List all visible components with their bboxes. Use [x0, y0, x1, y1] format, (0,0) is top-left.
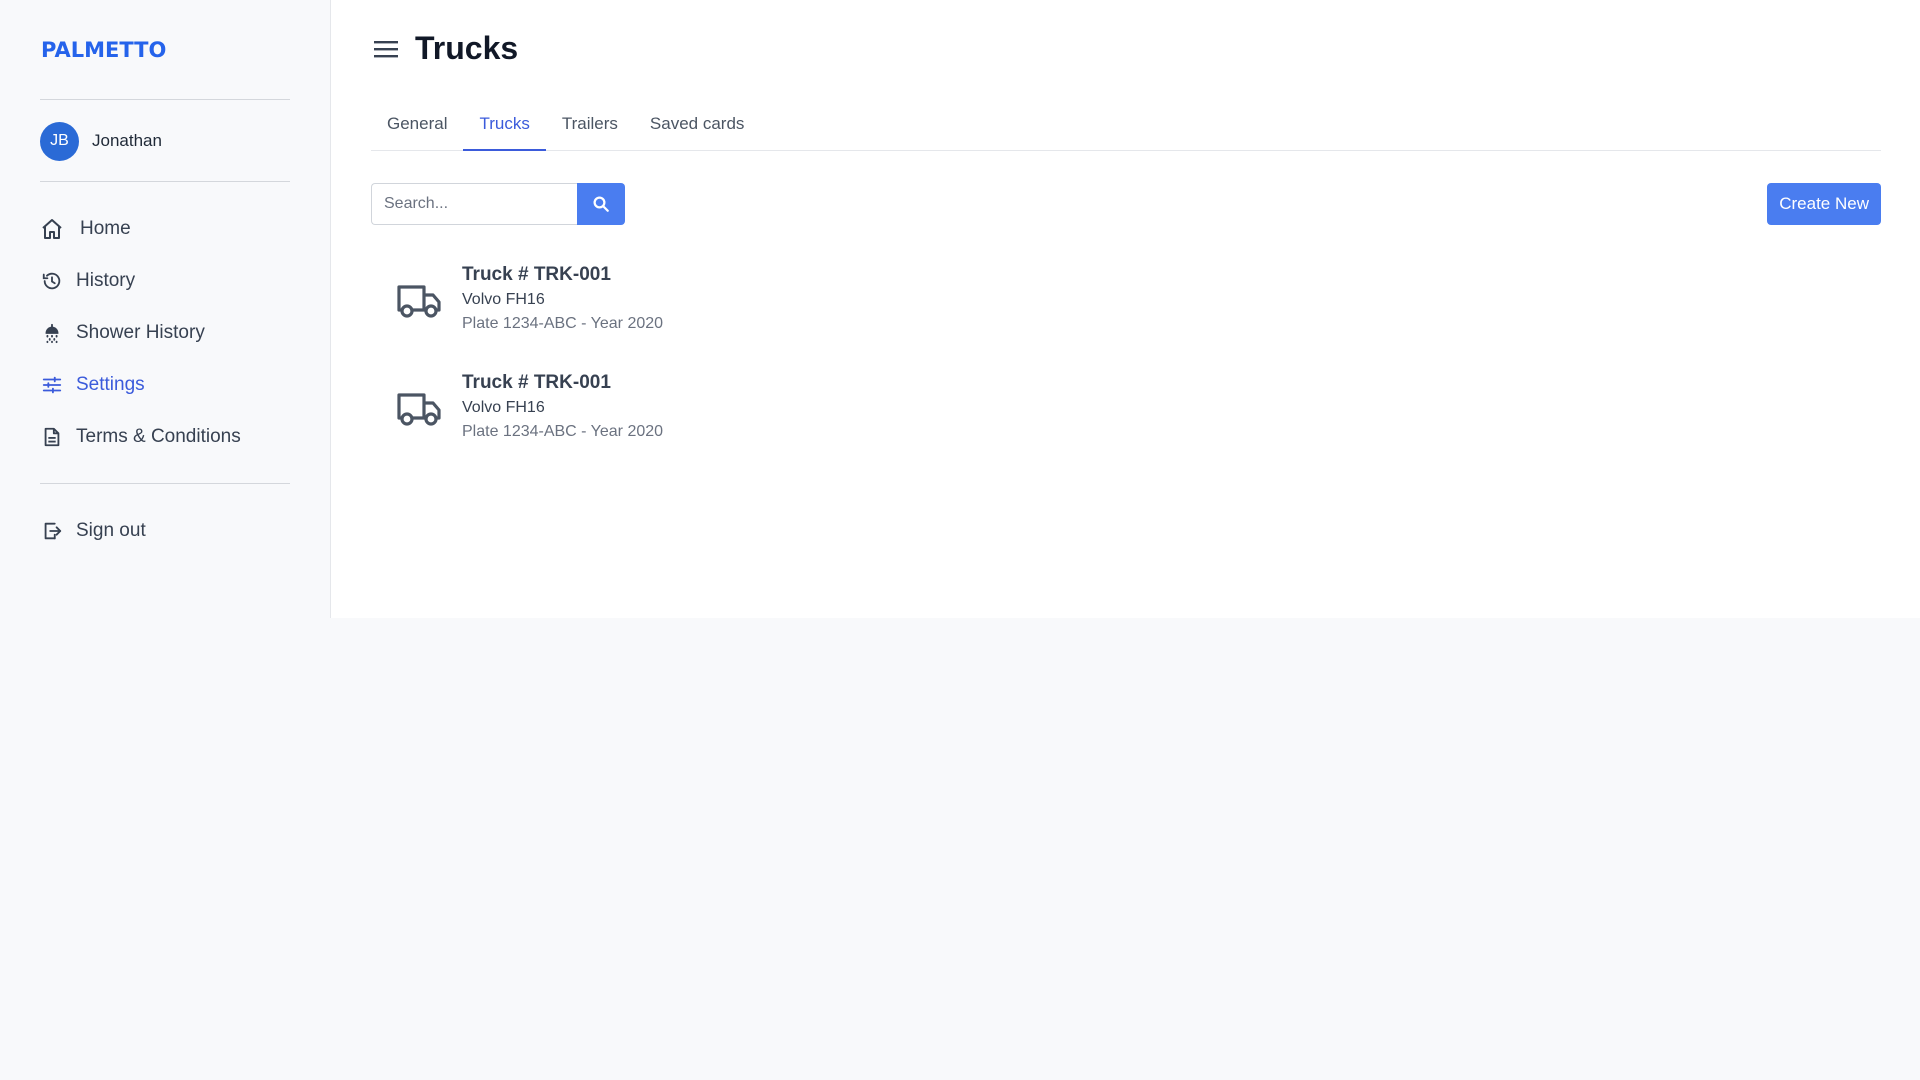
- search-input[interactable]: [371, 183, 577, 225]
- sidebar-item-terms[interactable]: Terms & Conditions: [40, 411, 241, 463]
- app-shell: PALMETTO JB Jonathan Home History Shower…: [0, 0, 1920, 618]
- home-icon: [40, 217, 64, 241]
- sidebar-item-shower-history[interactable]: Shower History: [40, 307, 241, 359]
- truck-list: Truck # TRK-001 Volvo FH16 Plate 1234-AB…: [395, 262, 663, 478]
- truck-meta: Plate 1234-ABC - Year 2020: [462, 315, 664, 332]
- brand-logo[interactable]: PALMETTO: [41, 38, 166, 62]
- search-icon: [593, 196, 609, 212]
- sidebar-item-label: History: [76, 270, 136, 291]
- sidebar-footer: Sign out: [40, 505, 146, 557]
- sidebar-item-label: Home: [80, 218, 131, 239]
- sidebar-item-history[interactable]: History: [40, 255, 241, 307]
- sidebar-nav: Home History Shower History Settings Ter…: [40, 203, 241, 463]
- avatar: JB: [40, 121, 79, 161]
- sidebar-item-home[interactable]: Home: [40, 203, 241, 255]
- tab-saved-cards[interactable]: Saved cards: [634, 106, 761, 151]
- truck-icon: [397, 285, 441, 318]
- settings-sliders-icon: [40, 373, 64, 397]
- truck-title: Truck # TRK-001: [462, 372, 611, 393]
- user-name: Jonathan: [92, 131, 162, 150]
- truck-icon: [397, 393, 441, 426]
- sidebar-item-label: Terms & Conditions: [76, 426, 241, 447]
- sidebar-item-settings[interactable]: Settings: [40, 359, 241, 411]
- list-item[interactable]: Truck # TRK-001 Volvo FH16 Plate 1234-AB…: [395, 262, 663, 370]
- tab-trucks[interactable]: Trucks: [463, 106, 546, 151]
- sidebar-item-label: Shower History: [76, 322, 205, 343]
- create-new-button[interactable]: Create New: [1767, 183, 1881, 225]
- search-button[interactable]: [577, 183, 625, 225]
- page-title: Trucks: [415, 30, 519, 66]
- sidebar: PALMETTO JB Jonathan Home History Shower…: [0, 0, 331, 618]
- truck-model: Volvo FH16: [462, 399, 545, 416]
- sidebar-divider: [40, 181, 290, 182]
- document-icon: [40, 425, 64, 449]
- sidebar-divider: [40, 99, 290, 100]
- history-icon: [40, 269, 64, 293]
- hamburger-icon: [374, 40, 398, 57]
- sign-out-label: Sign out: [76, 520, 146, 541]
- shower-icon: [40, 321, 64, 345]
- tab-trailers[interactable]: Trailers: [546, 106, 634, 151]
- truck-title: Truck # TRK-001: [462, 264, 611, 285]
- truck-details: Truck # TRK-001 Volvo FH16 Plate 1234-AB…: [462, 370, 663, 444]
- truck-details: Truck # TRK-001 Volvo FH16 Plate 1234-AB…: [462, 262, 663, 336]
- sign-out-button[interactable]: Sign out: [40, 505, 146, 557]
- search-bar: [371, 183, 625, 225]
- sidebar-item-label: Settings: [76, 374, 145, 395]
- tab-general[interactable]: General: [371, 106, 463, 151]
- user-profile[interactable]: JB Jonathan: [40, 121, 162, 161]
- list-item[interactable]: Truck # TRK-001 Volvo FH16 Plate 1234-AB…: [395, 370, 663, 478]
- page-header: Trucks: [371, 30, 518, 67]
- settings-tabs: General Trucks Trailers Saved cards: [371, 106, 1881, 151]
- truck-model: Volvo FH16: [462, 291, 545, 308]
- menu-button[interactable]: [371, 34, 401, 64]
- sign-out-icon: [40, 519, 64, 543]
- truck-meta: Plate 1234-ABC - Year 2020: [462, 423, 664, 440]
- sidebar-divider: [40, 483, 290, 484]
